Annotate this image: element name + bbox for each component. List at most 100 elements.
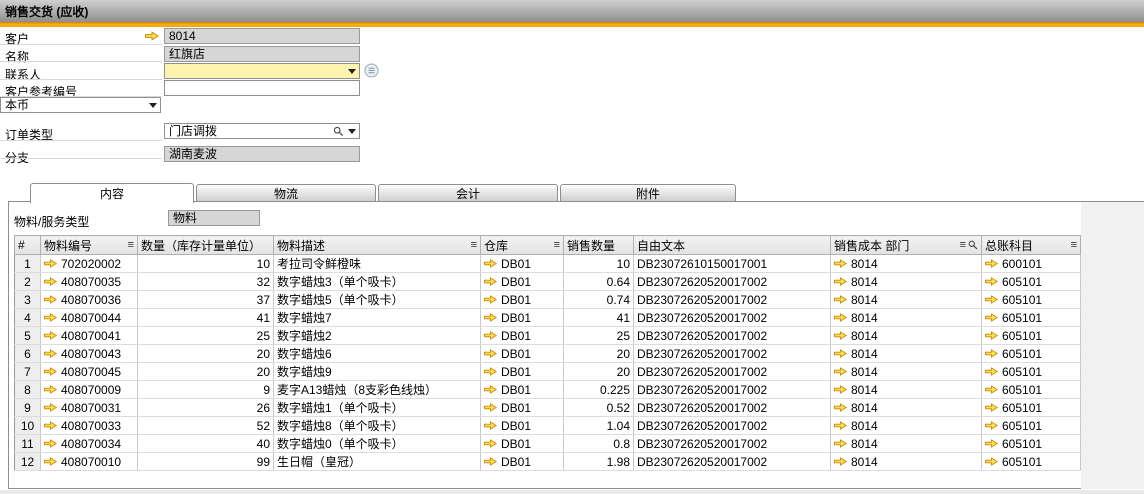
- gl_account-cell[interactable]: 605101: [982, 291, 1081, 309]
- link-arrow-icon[interactable]: [834, 385, 847, 394]
- link-arrow-icon[interactable]: [834, 313, 847, 322]
- item_code-cell[interactable]: 408070035: [41, 273, 138, 291]
- link-arrow-icon[interactable]: [484, 421, 497, 430]
- link-arrow-icon[interactable]: [985, 421, 998, 430]
- link-arrow-icon[interactable]: [985, 313, 998, 322]
- row-number-cell[interactable]: 3: [15, 291, 41, 309]
- link-arrow-icon[interactable]: [484, 331, 497, 340]
- quantity-cell[interactable]: 10: [138, 255, 274, 273]
- column-header-warehouse[interactable]: 仓库≡: [481, 236, 564, 255]
- link-arrow-icon[interactable]: [985, 259, 998, 268]
- sales_qty-cell[interactable]: 10: [564, 255, 634, 273]
- sales_qty-cell[interactable]: 41: [564, 309, 634, 327]
- gl_account-cell[interactable]: 605101: [982, 417, 1081, 435]
- warehouse-cell[interactable]: DB01: [481, 255, 564, 273]
- column-menu-icon[interactable]: ≡: [554, 240, 560, 250]
- sales_qty-cell[interactable]: 0.8: [564, 435, 634, 453]
- description-cell[interactable]: 数字蜡烛3（单个吸卡）: [274, 273, 481, 291]
- cost_dept-cell[interactable]: 8014: [831, 435, 982, 453]
- cost_dept-cell[interactable]: 8014: [831, 255, 982, 273]
- link-arrow-icon[interactable]: [985, 331, 998, 340]
- column-menu-icon[interactable]: ≡: [1071, 240, 1077, 250]
- link-arrow-icon[interactable]: [44, 277, 57, 286]
- link-arrow-icon[interactable]: [44, 313, 57, 322]
- free_text-cell[interactable]: DB23072620520017002: [634, 345, 831, 363]
- row-number-cell[interactable]: 2: [15, 273, 41, 291]
- link-arrow-icon[interactable]: [44, 403, 57, 412]
- tab-content[interactable]: 内容: [30, 183, 194, 203]
- link-arrow-icon[interactable]: [834, 439, 847, 448]
- sales_qty-cell[interactable]: 0.74: [564, 291, 634, 309]
- description-cell[interactable]: 数字蜡烛0（单个吸卡）: [274, 435, 481, 453]
- quantity-cell[interactable]: 41: [138, 309, 274, 327]
- item_code-cell[interactable]: 408070043: [41, 345, 138, 363]
- link-arrow-icon[interactable]: [44, 349, 57, 358]
- warehouse-cell[interactable]: DB01: [481, 399, 564, 417]
- column-header-num[interactable]: #: [15, 236, 41, 255]
- item_code-cell[interactable]: 702020002: [41, 255, 138, 273]
- column-header-sales_qty[interactable]: 销售数量: [564, 236, 634, 255]
- column-menu-icon[interactable]: ≡: [128, 240, 134, 250]
- link-arrow-icon[interactable]: [985, 295, 998, 304]
- row-number-cell[interactable]: 1: [15, 255, 41, 273]
- sales_qty-cell[interactable]: 0.225: [564, 381, 634, 399]
- row-number-cell[interactable]: 7: [15, 363, 41, 381]
- description-cell[interactable]: 麦字A13蜡烛（8支彩色线烛）: [274, 381, 481, 399]
- cost_dept-cell[interactable]: 8014: [831, 345, 982, 363]
- description-cell[interactable]: 数字蜡烛2: [274, 327, 481, 345]
- warehouse-cell[interactable]: DB01: [481, 363, 564, 381]
- link-arrow-icon[interactable]: [44, 295, 57, 304]
- column-header-description[interactable]: 物料描述≡: [274, 236, 481, 255]
- free_text-cell[interactable]: DB23072620520017002: [634, 309, 831, 327]
- column-header-cost_dept[interactable]: 销售成本 部门≡: [831, 236, 982, 255]
- item_code-cell[interactable]: 408070009: [41, 381, 138, 399]
- warehouse-cell[interactable]: DB01: [481, 453, 564, 471]
- free_text-cell[interactable]: DB23072620520017002: [634, 363, 831, 381]
- warehouse-cell[interactable]: DB01: [481, 309, 564, 327]
- link-arrow-icon[interactable]: [484, 349, 497, 358]
- item_code-cell[interactable]: 408070044: [41, 309, 138, 327]
- gl_account-cell[interactable]: 605101: [982, 399, 1081, 417]
- quantity-cell[interactable]: 26: [138, 399, 274, 417]
- link-arrow-icon[interactable]: [44, 367, 57, 376]
- row-number-cell[interactable]: 5: [15, 327, 41, 345]
- column-header-free_text[interactable]: 自由文本: [634, 236, 831, 255]
- free_text-cell[interactable]: DB23072620520017002: [634, 399, 831, 417]
- column-menu-icon[interactable]: ≡: [960, 240, 966, 250]
- link-arrow-icon[interactable]: [484, 385, 497, 394]
- cost_dept-cell[interactable]: 8014: [831, 417, 982, 435]
- chevron-down-icon[interactable]: [149, 103, 157, 108]
- quantity-cell[interactable]: 20: [138, 345, 274, 363]
- warehouse-cell[interactable]: DB01: [481, 417, 564, 435]
- row-number-cell[interactable]: 6: [15, 345, 41, 363]
- description-cell[interactable]: 数字蜡烛6: [274, 345, 481, 363]
- cost_dept-cell[interactable]: 8014: [831, 273, 982, 291]
- warehouse-cell[interactable]: DB01: [481, 381, 564, 399]
- row-number-cell[interactable]: 9: [15, 399, 41, 417]
- free_text-cell[interactable]: DB23072620520017002: [634, 417, 831, 435]
- quantity-cell[interactable]: 9: [138, 381, 274, 399]
- link-arrow-icon[interactable]: [484, 367, 497, 376]
- item_code-cell[interactable]: 408070031: [41, 399, 138, 417]
- cost_dept-cell[interactable]: 8014: [831, 291, 982, 309]
- sales_qty-cell[interactable]: 20: [564, 345, 634, 363]
- free_text-cell[interactable]: DB23072620520017002: [634, 453, 831, 471]
- row-number-cell[interactable]: 10: [15, 417, 41, 435]
- link-arrow-icon[interactable]: [44, 385, 57, 394]
- link-arrow-icon[interactable]: [484, 457, 497, 466]
- item_code-cell[interactable]: 408070033: [41, 417, 138, 435]
- warehouse-cell[interactable]: DB01: [481, 345, 564, 363]
- free_text-cell[interactable]: DB23072620520017002: [634, 381, 831, 399]
- currency-select[interactable]: 本币: [0, 97, 161, 113]
- description-cell[interactable]: 数字蜡烛9: [274, 363, 481, 381]
- quantity-cell[interactable]: 20: [138, 363, 274, 381]
- free_text-cell[interactable]: DB23072620520017002: [634, 291, 831, 309]
- gl_account-cell[interactable]: 605101: [982, 453, 1081, 471]
- link-arrow-icon[interactable]: [44, 457, 57, 466]
- link-arrow-icon[interactable]: [834, 367, 847, 376]
- column-header-quantity[interactable]: 数量（库存计量单位）: [138, 236, 274, 255]
- chevron-down-icon[interactable]: [348, 129, 356, 134]
- sales_qty-cell[interactable]: 0.52: [564, 399, 634, 417]
- gl_account-cell[interactable]: 605101: [982, 435, 1081, 453]
- item_code-cell[interactable]: 408070036: [41, 291, 138, 309]
